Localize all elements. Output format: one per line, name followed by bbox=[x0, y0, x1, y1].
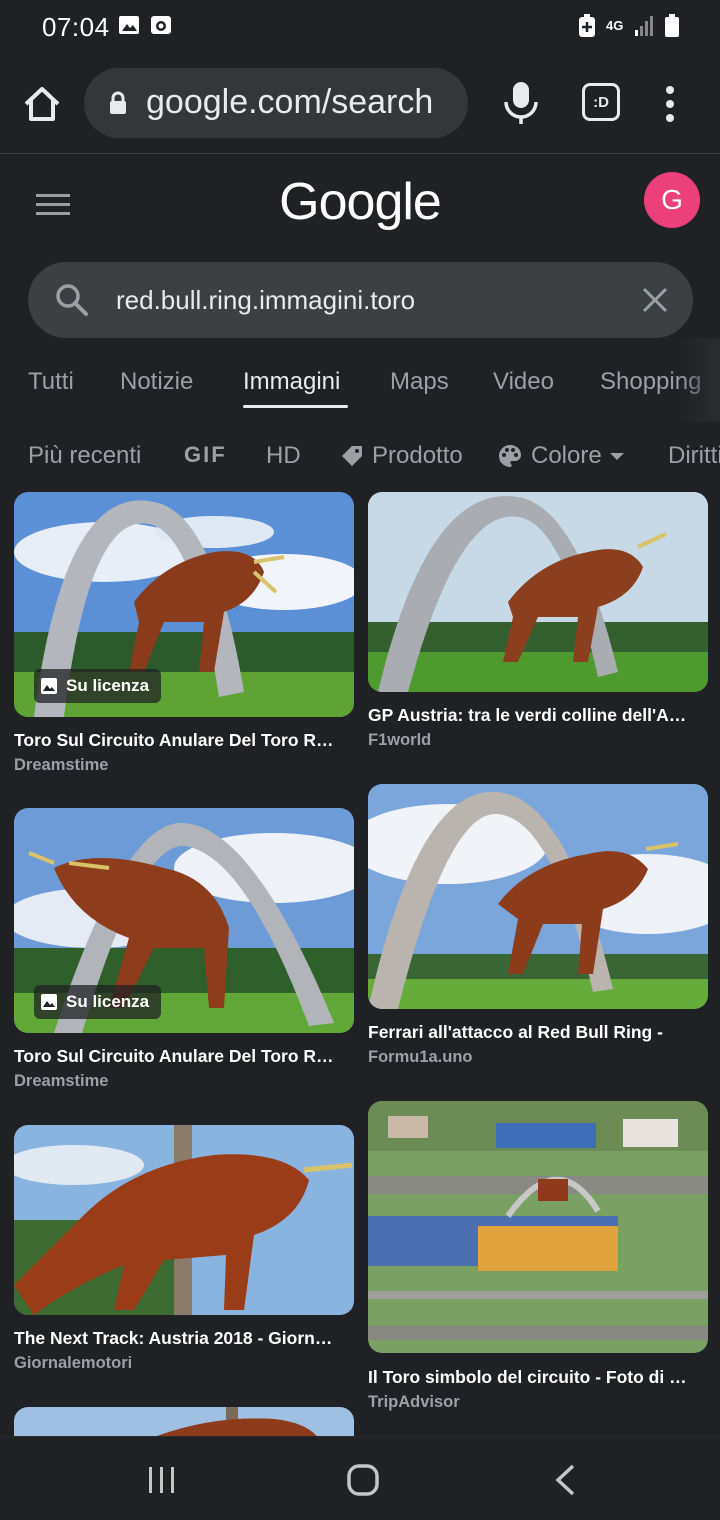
result-title[interactable]: Toro Sul Circuito Anulare Del Toro Rosso… bbox=[14, 1046, 339, 1067]
data-saver-icon bbox=[579, 14, 595, 37]
filter-product-label: Prodotto bbox=[372, 442, 463, 469]
result-source: Formu1a.uno bbox=[368, 1048, 473, 1066]
search-icon[interactable] bbox=[54, 282, 90, 318]
microphone-icon[interactable] bbox=[500, 80, 542, 126]
network-type: 4G bbox=[606, 18, 624, 33]
filter-product[interactable]: Prodotto bbox=[340, 442, 463, 470]
result-thumbnail[interactable] bbox=[368, 492, 708, 692]
address-bar[interactable]: google.com/search bbox=[84, 68, 468, 138]
clear-icon[interactable] bbox=[641, 286, 669, 314]
image-filters: Più recenti GIF HD Prodotto Colore Dirit… bbox=[0, 432, 720, 480]
battery-icon bbox=[665, 14, 679, 37]
result-source: TripAdvisor bbox=[368, 1393, 460, 1411]
result-thumbnail[interactable] bbox=[14, 1407, 354, 1436]
license-label: Su licenza bbox=[66, 992, 150, 1011]
result-title[interactable]: Ferrari all'attacco al Red Bull Ring - bbox=[368, 1022, 693, 1043]
filter-recent-label: Più recenti bbox=[28, 442, 142, 469]
bull-statue-image bbox=[14, 1407, 354, 1436]
tab-video[interactable]: Video bbox=[493, 368, 554, 396]
filter-rights-label: Diritti bbox=[668, 442, 720, 469]
filter-color-label: Colore bbox=[531, 442, 602, 469]
gallery-notification-icon bbox=[119, 16, 139, 34]
tag-icon bbox=[342, 446, 362, 466]
tabs-fade bbox=[680, 338, 720, 422]
result-thumbnail[interactable]: Su licenza bbox=[14, 492, 354, 717]
tab-tutti[interactable]: Tutti bbox=[28, 368, 74, 396]
result-thumbnail[interactable] bbox=[368, 1101, 708, 1353]
result-thumbnail[interactable] bbox=[368, 784, 708, 1009]
image-result[interactable]: Su licenza Toro Sul Circuito Anulare Del… bbox=[14, 492, 354, 782]
status-system-icons: 4G bbox=[578, 14, 680, 38]
image-icon bbox=[41, 994, 57, 1010]
license-badge: Su licenza bbox=[34, 985, 162, 1019]
image-icon bbox=[41, 678, 57, 694]
url-text: google.com/search bbox=[146, 83, 434, 121]
camera-notification-icon bbox=[151, 16, 171, 34]
result-thumbnail[interactable]: Su licenza bbox=[14, 808, 354, 1033]
signal-icon bbox=[635, 16, 653, 36]
result-source: Dreamstime bbox=[14, 1072, 109, 1090]
bull-statue-image bbox=[14, 1125, 354, 1315]
image-result[interactable]: Ferrari all'attacco al Red Bull Ring - F… bbox=[368, 784, 708, 1074]
license-label: Su licenza bbox=[66, 676, 150, 695]
image-result[interactable]: Il Toro simbolo del circuito - Foto di R… bbox=[368, 1101, 708, 1411]
result-source: Giornalemotori bbox=[14, 1354, 133, 1372]
result-title[interactable]: GP Austria: tra le verdi colline dell'Au… bbox=[368, 705, 693, 726]
filter-hd[interactable]: HD bbox=[266, 442, 301, 470]
filter-recent[interactable]: Più recenti bbox=[28, 442, 141, 470]
more-options-icon[interactable] bbox=[660, 84, 680, 124]
home-icon[interactable] bbox=[20, 82, 64, 126]
status-bar: 07:04 4G bbox=[0, 0, 720, 56]
filter-gif[interactable]: GIF bbox=[184, 442, 227, 468]
circuit-aerial-image bbox=[368, 1101, 708, 1353]
bull-arch-image bbox=[368, 784, 708, 1009]
status-notification-icons bbox=[118, 14, 172, 36]
result-thumbnail[interactable] bbox=[14, 1125, 354, 1315]
tab-notizie[interactable]: Notizie bbox=[120, 368, 193, 396]
back-icon[interactable] bbox=[553, 1464, 577, 1496]
filter-gif-label: GIF bbox=[184, 442, 227, 467]
active-tab-indicator bbox=[243, 405, 348, 408]
image-result[interactable]: GP Austria: tra le verdi colline dell'Au… bbox=[368, 492, 708, 757]
result-source: F1world bbox=[368, 731, 432, 749]
lock-icon bbox=[110, 91, 126, 114]
system-navigation-bar bbox=[0, 1436, 720, 1520]
palette-icon bbox=[499, 445, 521, 467]
search-input[interactable] bbox=[116, 282, 616, 318]
bull-arch-image bbox=[368, 492, 708, 692]
license-badge: Su licenza bbox=[34, 669, 162, 703]
filter-hd-label: HD bbox=[266, 442, 301, 469]
google-logo[interactable]: Google bbox=[0, 172, 720, 232]
filter-color[interactable]: Colore bbox=[497, 442, 624, 470]
search-tabs: Tutti Notizie Immagini Maps Video Shoppi… bbox=[0, 338, 720, 422]
status-time: 07:04 bbox=[42, 12, 110, 42]
filter-rights[interactable]: Diritti bbox=[668, 442, 720, 470]
tab-maps[interactable]: Maps bbox=[390, 368, 449, 396]
result-source: Dreamstime bbox=[14, 756, 109, 774]
image-result[interactable]: The Next Track: Austria 2018 - Giornalem… bbox=[14, 1125, 354, 1390]
image-result[interactable]: Su licenza Toro Sul Circuito Anulare Del… bbox=[14, 808, 354, 1098]
image-result[interactable] bbox=[14, 1407, 354, 1436]
result-title[interactable]: Il Toro simbolo del circuito - Foto di R… bbox=[368, 1367, 693, 1388]
search-box bbox=[28, 262, 693, 338]
dropdown-arrow-icon bbox=[609, 453, 624, 460]
browser-toolbar: google.com/search :D bbox=[0, 56, 720, 154]
recent-apps-icon[interactable] bbox=[147, 1465, 177, 1495]
account-avatar[interactable]: G bbox=[644, 172, 700, 228]
result-title[interactable]: The Next Track: Austria 2018 - Giornalem… bbox=[14, 1328, 339, 1349]
result-title[interactable]: Toro Sul Circuito Anulare Del Toro Rosso… bbox=[14, 730, 339, 751]
home-nav-icon[interactable] bbox=[347, 1464, 379, 1496]
tab-immagini[interactable]: Immagini bbox=[243, 368, 340, 396]
tab-switcher-button[interactable]: :D bbox=[582, 83, 620, 121]
